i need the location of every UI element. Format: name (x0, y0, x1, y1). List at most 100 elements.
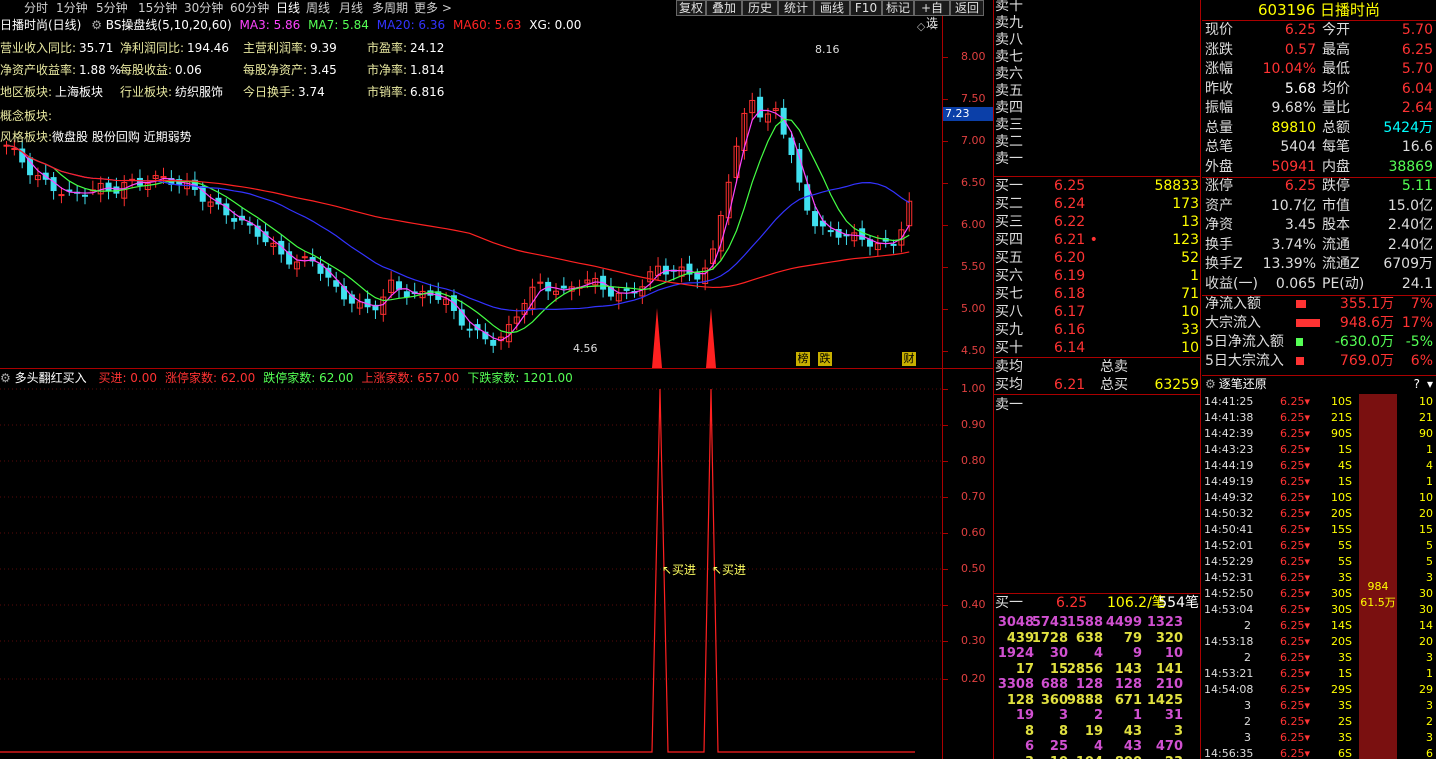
queue-cell: 360 (1040, 692, 1068, 708)
queue-cell: 8 (1058, 723, 1068, 739)
indicator-name[interactable]: BS操盘线(5,10,20,60) (106, 18, 232, 32)
info-cell: 市盈率: 24.12 (367, 41, 444, 55)
period-tab-1[interactable]: 1分钟 (56, 0, 88, 16)
sell-row[interactable]: 卖五 (994, 82, 1201, 100)
ma-line (6, 144, 910, 289)
period-tab-4[interactable]: 30分钟 (184, 0, 223, 16)
buy1-row: 买一 6.25 106.2/笔 554笔 (995, 595, 1199, 611)
sub-value: 涨停家数: 62.00 (165, 371, 256, 385)
chevron-down-icon[interactable]: ▾ (1427, 376, 1433, 392)
price-tick: 4.50 (961, 344, 986, 357)
period-tab-0[interactable]: 分时 (24, 0, 48, 16)
buy-row[interactable]: 买一 6.25 58833 (994, 177, 1201, 195)
tick-mark (943, 267, 948, 268)
queue-cell: 10 (1164, 646, 1183, 661)
sell-row[interactable]: 卖四 (994, 99, 1201, 117)
buy-row[interactable]: 买三 6.22 13 (994, 213, 1201, 231)
flow-bar (1296, 357, 1304, 365)
period-tab-2[interactable]: 5分钟 (96, 0, 128, 16)
sell-row[interactable]: 卖九 (994, 14, 1201, 32)
buy-row[interactable]: 买八 6.17 10 (994, 303, 1201, 321)
buy-row[interactable]: 买七 6.18 71 (994, 285, 1201, 303)
info-key: 市盈率: (367, 41, 408, 55)
buy-row[interactable]: 买十 6.14 10 (994, 339, 1201, 357)
tick-row: 14:50:32 6.25▾ 20S 20 (1204, 507, 1433, 520)
tick-row: 14:49:19 6.25▾ 1S 1 (1204, 475, 1433, 488)
kline-chart[interactable]: 8.16 4.56 日播时尚(日线) ⚙ BS操盘线(5,10,20,60) MA… (0, 16, 942, 368)
buy-label: 买十 (995, 340, 1023, 356)
queue-cell: 1323 (1146, 615, 1183, 630)
queue-cell: 15 (1049, 661, 1068, 677)
event-mark[interactable]: 财 (902, 352, 916, 366)
flow-bar (1296, 338, 1303, 346)
gear-icon[interactable]: ⚙ (0, 371, 11, 385)
event-mark[interactable]: 榜 (796, 352, 810, 366)
gear-icon[interactable]: ⚙ (1205, 377, 1216, 391)
buy-row[interactable]: 买九 6.16 33 (994, 321, 1201, 339)
buy-signal-label: ↖买进 (662, 563, 696, 577)
buy-row[interactable]: 买四 6.21 • 123 (994, 231, 1201, 249)
queue-cell: 143 (1114, 661, 1142, 677)
tick-row: 14:54:08 6.25▾ 29S 29 (1204, 683, 1433, 696)
candle-body (859, 228, 866, 240)
toolbar-button-1[interactable]: 叠加 (706, 0, 742, 16)
sell-row[interactable]: 卖八 (994, 31, 1201, 49)
quote-row: 收益(一) 0.065 PE(动) 24.1 (1205, 275, 1433, 292)
toolbar-button-4[interactable]: 画线 (814, 0, 850, 16)
queue-cell: 3308 (997, 677, 1034, 692)
buy-row[interactable]: 买二 6.24 173 (994, 195, 1201, 213)
sell-row[interactable]: 卖十 (994, 0, 1201, 15)
high-label: 8.16 (815, 43, 840, 56)
info-key: 净资产收益率: (0, 63, 77, 77)
info-key: 今日换手: (243, 85, 296, 99)
toolbar-button-8[interactable]: 返回 (950, 0, 984, 16)
info-key: 每股净资产: (243, 63, 308, 77)
tick-row: 14:53:04 6.25▾ 30S 30 (1204, 603, 1433, 616)
help-icon[interactable]: ? (1414, 376, 1420, 392)
period-tab-8[interactable]: 月线 (339, 0, 363, 16)
toolbar-button-2[interactable]: 历史 (742, 0, 778, 16)
period-tab-3[interactable]: 15分钟 (138, 0, 177, 16)
buy-row[interactable]: 买五 6.20 52 (994, 249, 1201, 267)
event-mark[interactable]: 跌 (818, 352, 832, 366)
tick-mark (943, 389, 948, 390)
period-tab-6[interactable]: 日线 (276, 0, 300, 16)
toolbar-button-3[interactable]: 统计 (778, 0, 814, 16)
queue-cell: 800 (1115, 755, 1142, 759)
period-tab-9[interactable]: 多周期 (372, 0, 408, 16)
sell-row[interactable]: 卖一 (994, 150, 1201, 168)
buy-row[interactable]: 买六 6.19 1 (994, 267, 1201, 285)
sell-row[interactable]: 卖七 (994, 48, 1201, 66)
sell-row[interactable]: 卖六 (994, 65, 1201, 83)
stock-label: 日播时尚(日线) (0, 18, 82, 32)
info-value: 3.45 (310, 63, 337, 77)
period-tab-10[interactable]: 更多 > (414, 0, 452, 16)
sub-tick: 0.30 (961, 634, 986, 647)
buy-label: 买七 (995, 286, 1023, 302)
quote-row: 外盘 50941 内盘 38869 (1205, 158, 1433, 175)
sell-row[interactable]: 卖二 (994, 133, 1201, 151)
quote-panel: 603196 日播时尚 现价 6.25 今开 5.70 涨跌 0.57 最高 6.25 涨幅 10.… (1202, 0, 1436, 375)
toolbar-button-5[interactable]: F10 (850, 0, 882, 16)
sub-tick: 0.40 (961, 598, 986, 611)
quote-row: 振幅 9.68% 量比 2.64 (1205, 100, 1433, 116)
period-tab-7[interactable]: 周线 (306, 0, 330, 16)
toolbar-button-7[interactable]: +自选 (914, 0, 950, 30)
sub-indicator-name[interactable]: 多头翻红买入 (15, 371, 87, 385)
style-value: 微盘股 股份回购 近期弱势 (52, 130, 192, 144)
candle-body (788, 137, 795, 156)
period-tab-5[interactable]: 60分钟 (230, 0, 269, 16)
info-cell: 净利润同比: 194.46 (120, 41, 229, 55)
info-key: 主营利润率: (243, 41, 308, 55)
info-value: 194.46 (187, 41, 230, 55)
queue-cell: 19 (1015, 708, 1034, 723)
gear-icon[interactable]: ⚙ (91, 18, 102, 32)
toolbar-button-0[interactable]: 复权 (676, 0, 706, 16)
sub-indicator-chart[interactable]: ↖买进 ↖买进 ⚙ 多头翻红买入 买进: 0.00 涨停家数: 62.00 跌停家数:… (0, 369, 942, 759)
sub-axis: 1.00 0.90 0.80 0.70 0.60 0.50 0.40 0.30 0.20 (942, 369, 993, 759)
sell-label: 卖十 (995, 0, 1023, 14)
sub-tick: 0.80 (961, 454, 986, 467)
toolbar-button-6[interactable]: 标记 (882, 0, 914, 16)
candle-body (341, 286, 348, 300)
sell-row[interactable]: 卖三 (994, 116, 1201, 134)
